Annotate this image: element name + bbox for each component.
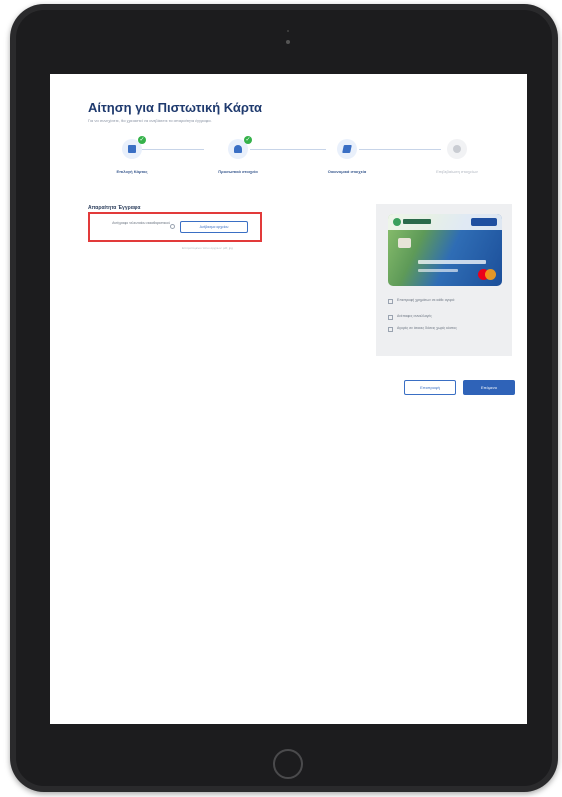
documents-section-label: Απαραίτητα Έγγραφα [88,205,141,211]
page-title: Αίτηση για Πιστωτική Κάρτα [88,100,262,115]
step-3-document-icon [337,139,357,159]
step-label-1: Επιλογή Κάρτας [116,169,148,174]
next-button[interactable]: Επόμενο [463,380,515,395]
page-subtitle: Για να συνεχίσετε, θα χρειαστεί να ανεβά… [88,118,212,123]
checkbox-icon [388,327,393,332]
step-label-4: Επιβεβαίωση στοιχείων [436,169,478,174]
upload-hint: Επιτρεπόμενοι τύποι αρχείων: pdf, jpg [182,246,233,250]
credit-card-image [388,214,502,286]
home-button[interactable] [273,749,303,779]
step-label-3: Οικονομικά στοιχεία [327,169,367,174]
checkbox-icon [388,299,393,304]
app-screen: Αίτηση για Πιστωτική Κάρτα Για να συνεχί… [50,74,527,724]
info-icon[interactable] [170,224,175,229]
step-connector [359,149,441,150]
bank-logo-icon [393,218,401,226]
back-button[interactable]: Επιστροφή [404,380,456,395]
step-connector [142,149,204,150]
step-connector [250,149,326,150]
step-2-person-icon: ✓ [228,136,252,159]
upload-file-button[interactable]: Ανέβασμα αρχείου [180,221,248,233]
card-brand-logo [471,218,497,226]
upload-field-label: Αντίγραφο τελευταίου εκκαθαριστικού [112,221,170,225]
check-icon: ✓ [138,136,146,144]
checkbox-icon [388,315,393,320]
card-chip-icon [398,238,411,248]
card-summary-panel: Επιστροφή χρημάτων σε κάθε αγορά Ανέπαφε… [376,204,512,356]
check-icon: ✓ [244,136,252,144]
sensor-dot [287,30,289,32]
step-1-card-icon: ✓ [122,136,146,159]
step-4-user-icon [447,139,467,159]
camera-icon [286,40,290,44]
step-label-2: Προσωπικά στοιχεία [218,169,258,174]
